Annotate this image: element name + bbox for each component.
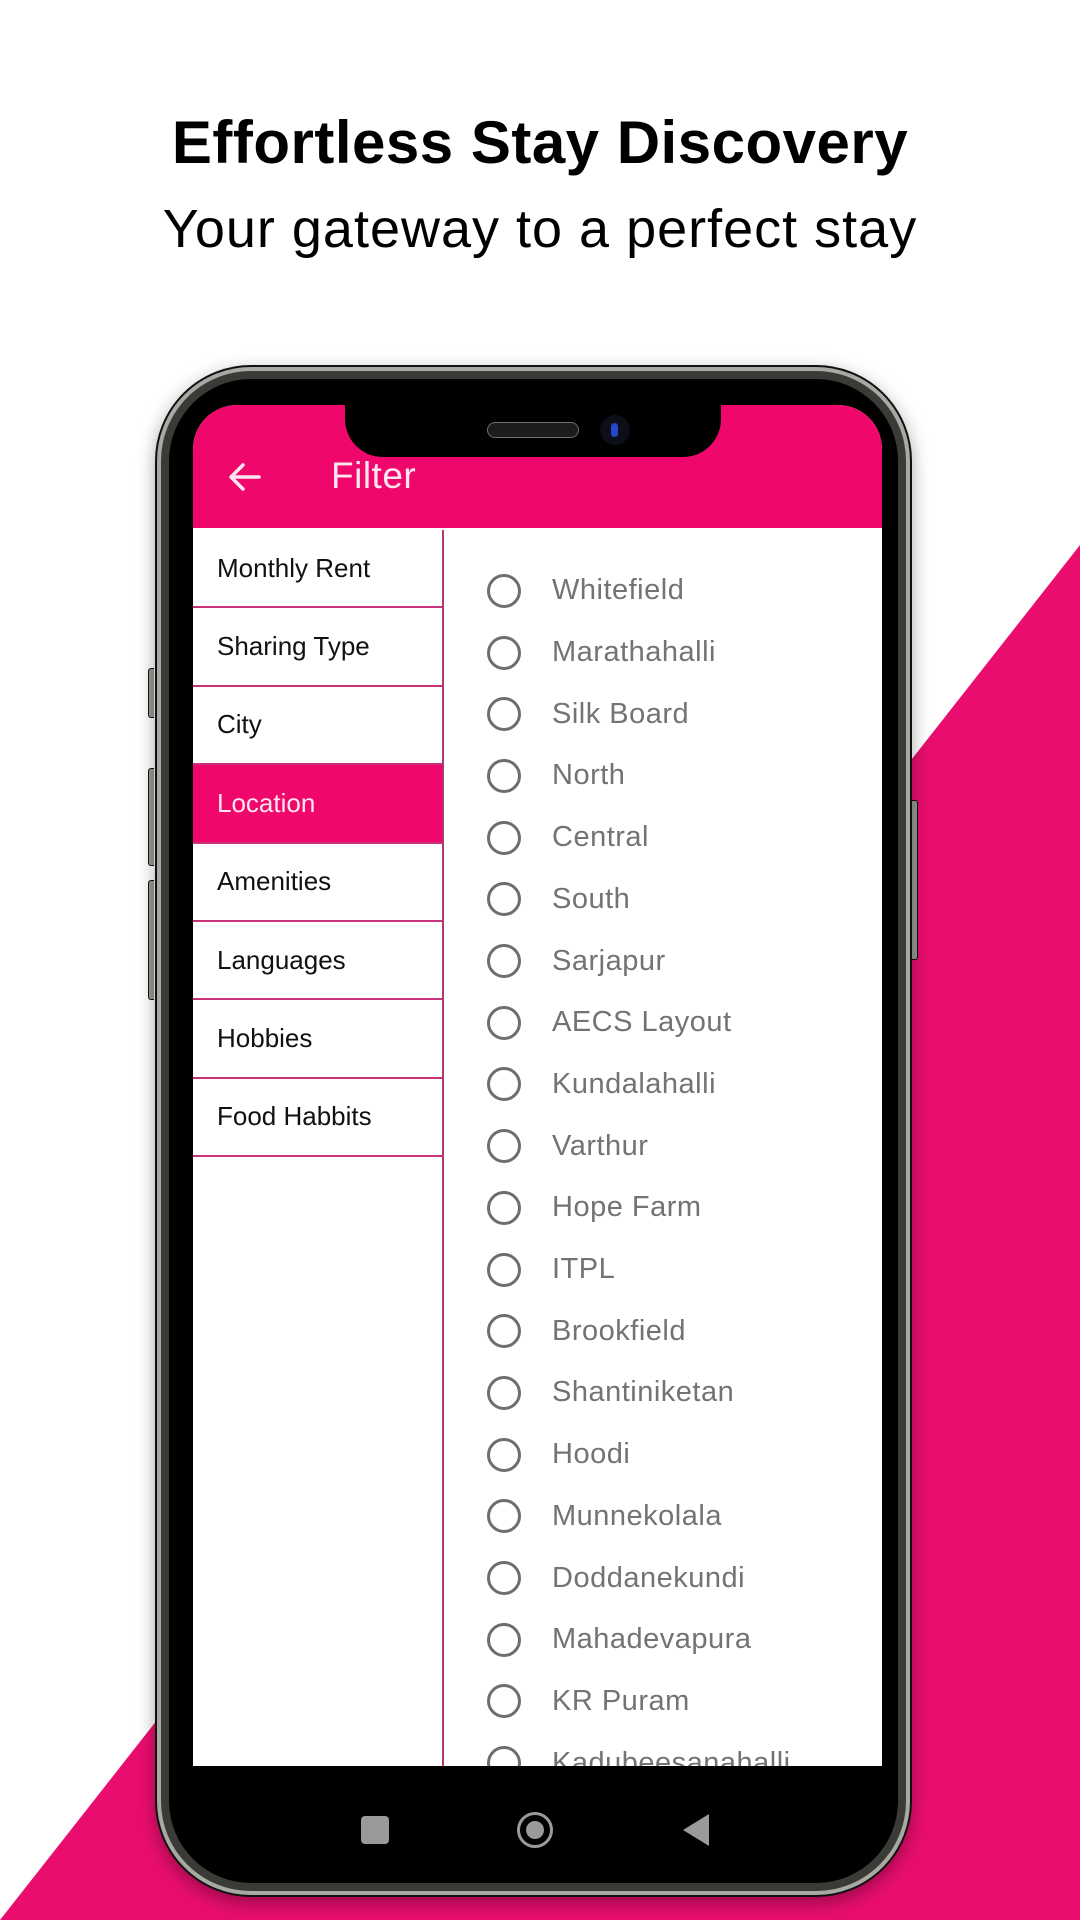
radio-unchecked-icon[interactable] [487, 820, 521, 855]
radio-unchecked-icon[interactable] [487, 635, 521, 670]
radio-unchecked-icon[interactable] [487, 1190, 521, 1225]
menu-item-label: Amenities [217, 866, 332, 897]
location-option-label: North [552, 759, 626, 792]
radio-unchecked-icon[interactable] [487, 1005, 521, 1040]
radio-unchecked-icon[interactable] [487, 944, 521, 979]
location-option[interactable]: Hope Farm [444, 1177, 882, 1239]
radio-unchecked-icon[interactable] [487, 1499, 521, 1534]
location-option[interactable]: Mahadevapura [444, 1609, 882, 1671]
phone-side-button [148, 668, 154, 718]
radio-unchecked-icon[interactable] [487, 1375, 521, 1410]
menu-item-city[interactable]: City [193, 687, 442, 766]
location-option-label: Hope Farm [552, 1191, 702, 1224]
radio-unchecked-icon[interactable] [487, 1684, 521, 1719]
hero-title: Effortless Stay Discovery [171, 109, 909, 176]
location-option[interactable]: Brookfield [444, 1300, 882, 1362]
menu-item-sharing-type[interactable]: Sharing Type [193, 608, 442, 687]
menu-item-monthly-rent[interactable]: Monthly Rent [193, 530, 442, 609]
location-option[interactable]: Munnekolala [444, 1486, 882, 1548]
location-option-label: Brookfield [552, 1314, 686, 1347]
location-option[interactable]: Silk Board [444, 683, 882, 745]
location-option[interactable]: Doddanekundi [444, 1547, 882, 1609]
back-button[interactable] [223, 455, 267, 499]
menu-item-label: City [217, 709, 262, 740]
location-option-label: Hoodi [552, 1438, 631, 1471]
menu-item-food-habbits[interactable]: Food Habbits [193, 1079, 442, 1158]
radio-unchecked-icon[interactable] [487, 1561, 521, 1596]
menu-item-label: Sharing Type [217, 631, 370, 662]
location-option-label: South [552, 882, 631, 915]
menu-item-label: Languages [217, 944, 346, 975]
speaker-grille [487, 422, 579, 438]
location-option-label: Central [552, 821, 649, 854]
location-option[interactable]: Hoodi [444, 1424, 882, 1486]
phone-power-button [912, 800, 918, 960]
radio-unchecked-icon[interactable] [487, 1622, 521, 1657]
location-options-list[interactable]: Whitefield Marathahalli Silk Board North Cen… [444, 530, 882, 1766]
location-option[interactable]: ITPL [444, 1239, 882, 1301]
hero-subtitle: Your gateway to a perfect stay [162, 199, 918, 259]
location-option[interactable]: Central [444, 807, 882, 869]
location-option[interactable]: Whitefield [444, 560, 882, 622]
location-option[interactable]: Varthur [444, 1115, 882, 1177]
location-option-label: Shantiniketan [552, 1376, 735, 1409]
menu-item-hobbies[interactable]: Hobbies [193, 1000, 442, 1079]
location-option[interactable]: KR Puram [444, 1671, 882, 1733]
filter-category-menu: Monthly Rent Sharing Type City Location Amen… [193, 530, 444, 1766]
location-option-label: Sarjapur [552, 944, 666, 977]
menu-item-label: Hobbies [217, 1023, 313, 1054]
radio-unchecked-icon[interactable] [487, 882, 521, 917]
location-option-label: Munnekolala [552, 1499, 722, 1532]
location-option[interactable]: Shantiniketan [444, 1362, 882, 1424]
location-option[interactable]: Marathahalli [444, 622, 882, 684]
location-option-label: Mahadevapura [552, 1623, 752, 1656]
phone-screen: Filter Monthly Rent Sharing Type City Locat… [193, 405, 882, 1766]
radio-unchecked-icon[interactable] [487, 573, 521, 608]
phone-volume-up-button [148, 768, 154, 866]
location-option-label: Kadubeesanahalli [552, 1746, 791, 1766]
location-option-label: Marathahalli [552, 636, 716, 669]
phone-volume-down-button [148, 880, 154, 1000]
location-option[interactable]: Sarjapur [444, 930, 882, 992]
radio-unchecked-icon[interactable] [487, 758, 521, 793]
radio-unchecked-icon[interactable] [487, 1252, 521, 1287]
location-option[interactable]: AECS Layout [444, 992, 882, 1054]
menu-item-label: Location [217, 787, 316, 818]
location-option-label: Varthur [552, 1129, 649, 1162]
location-option-label: Doddanekundi [552, 1561, 746, 1594]
radio-unchecked-icon[interactable] [487, 1314, 521, 1349]
square-recents-icon[interactable] [361, 1816, 389, 1844]
location-option[interactable]: Kundalahalli [444, 1054, 882, 1116]
location-option[interactable]: South [444, 869, 882, 931]
radio-unchecked-icon[interactable] [487, 1129, 521, 1164]
location-option-label: Silk Board [552, 697, 690, 730]
location-option-label: ITPL [552, 1253, 616, 1286]
triangle-back-icon[interactable] [683, 1814, 709, 1846]
arrow-left-icon [229, 463, 261, 491]
menu-item-label: Monthly Rent [217, 552, 371, 583]
menu-item-location[interactable]: Location [193, 765, 442, 844]
page-title: Filter [331, 455, 417, 496]
menu-item-languages[interactable]: Languages [193, 922, 442, 1001]
circle-home-icon[interactable] [517, 1812, 553, 1848]
phone-notch [345, 405, 721, 457]
location-option-label: KR Puram [552, 1684, 690, 1717]
location-option-label: Whitefield [552, 574, 685, 607]
menu-item-label: Food Habbits [217, 1101, 372, 1132]
radio-unchecked-icon[interactable] [487, 697, 521, 732]
location-option[interactable]: Kadubeesanahalli [444, 1732, 882, 1766]
system-navigation-bar [193, 1766, 882, 1876]
front-camera-icon [600, 415, 630, 445]
location-option-label: Kundalahalli [552, 1067, 717, 1100]
menu-item-amenities[interactable]: Amenities [193, 844, 442, 922]
location-option-label: AECS Layout [552, 1006, 732, 1039]
radio-unchecked-icon[interactable] [487, 1746, 521, 1766]
location-option[interactable]: North [444, 745, 882, 807]
radio-unchecked-icon[interactable] [487, 1067, 521, 1102]
radio-unchecked-icon[interactable] [487, 1437, 521, 1472]
